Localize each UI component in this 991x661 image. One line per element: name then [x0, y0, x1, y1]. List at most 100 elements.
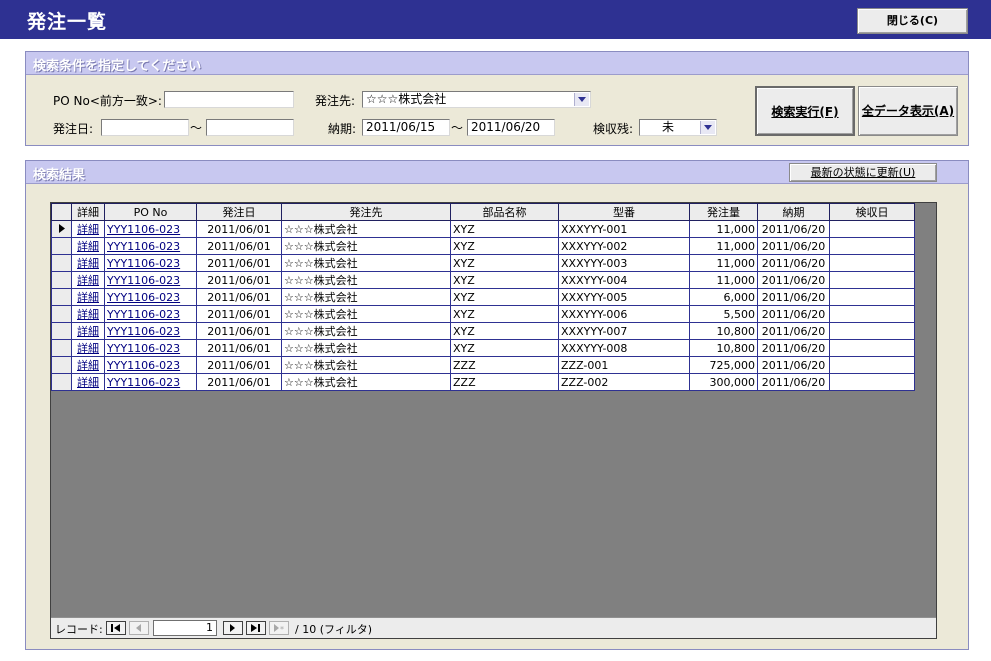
- column-header[interactable]: 納期: [757, 203, 830, 221]
- detail-link[interactable]: 詳細: [71, 339, 105, 357]
- column-header[interactable]: 詳細: [71, 203, 105, 221]
- po-no-link[interactable]: YYY1106-023: [104, 254, 197, 272]
- close-button[interactable]: 閉じる(C): [857, 8, 968, 34]
- detail-link[interactable]: 詳細: [71, 271, 105, 289]
- quantity-cell: 725,000: [689, 356, 758, 374]
- table-row[interactable]: 詳細 YYY1106-023 2011/06/01 ☆☆☆株式会社 XYZ XXXYYY-…: [51, 237, 915, 255]
- column-header[interactable]: 発注先: [281, 203, 451, 221]
- po-no-link[interactable]: YYY1106-023: [104, 356, 197, 374]
- inspection-remaining-combo[interactable]: 未: [639, 119, 717, 136]
- detail-link[interactable]: 詳細: [71, 237, 105, 255]
- record-selector[interactable]: [51, 271, 72, 289]
- model-number-cell: XXXYYY-008: [558, 339, 690, 357]
- due-date-cell: 2011/06/20: [757, 356, 830, 374]
- part-name-cell: ZZZ: [450, 373, 559, 391]
- inspection-date-cell: [829, 220, 915, 238]
- order-date-to-input[interactable]: [206, 119, 294, 136]
- results-panel: 検索結果 最新の状態に更新(U) 詳細 PO No 発注日 発注先 部品名称 型…: [25, 160, 969, 650]
- po-no-link[interactable]: YYY1106-023: [104, 339, 197, 357]
- po-no-link[interactable]: YYY1106-023: [104, 220, 197, 238]
- quantity-cell: 11,000: [689, 220, 758, 238]
- model-number-cell: XXXYYY-006: [558, 305, 690, 323]
- quantity-cell: 11,000: [689, 254, 758, 272]
- detail-link[interactable]: 詳細: [71, 356, 105, 374]
- inspection-date-cell: [829, 322, 915, 340]
- order-date-cell: 2011/06/01: [196, 305, 282, 323]
- due-date-range-sep: 〜: [451, 121, 464, 135]
- record-selector[interactable]: [51, 322, 72, 340]
- column-header[interactable]: PO No: [104, 203, 197, 221]
- due-date-to-input[interactable]: 2011/06/20: [467, 119, 555, 136]
- detail-link[interactable]: 詳細: [71, 322, 105, 340]
- column-header[interactable]: 検収日: [829, 203, 915, 221]
- quantity-cell: 5,500: [689, 305, 758, 323]
- po-no-link[interactable]: YYY1106-023: [104, 237, 197, 255]
- next-record-icon[interactable]: [223, 621, 243, 635]
- supplier-value: ☆☆☆株式会社: [366, 92, 447, 106]
- record-selector[interactable]: [51, 254, 72, 272]
- po-no-input[interactable]: [164, 91, 294, 108]
- po-no-link[interactable]: YYY1106-023: [104, 322, 197, 340]
- record-selector[interactable]: [51, 373, 72, 391]
- table-row[interactable]: 詳細 YYY1106-023 2011/06/01 ☆☆☆株式会社 XYZ XXXYYY-…: [51, 305, 915, 323]
- model-number-cell: XXXYYY-004: [558, 271, 690, 289]
- due-date-cell: 2011/06/20: [757, 322, 830, 340]
- supplier-label: 発注先:: [315, 94, 356, 108]
- table-row[interactable]: 詳細 YYY1106-023 2011/06/01 ☆☆☆株式会社 XYZ XXXYYY-…: [51, 322, 915, 340]
- detail-link[interactable]: 詳細: [71, 305, 105, 323]
- last-record-icon[interactable]: [246, 621, 266, 635]
- detail-link[interactable]: 詳細: [71, 288, 105, 306]
- inspection-date-cell: [829, 339, 915, 357]
- search-execute-button[interactable]: 検索実行(F): [755, 86, 855, 136]
- supplier-dropdown-icon[interactable]: [574, 93, 589, 106]
- table-row[interactable]: 詳細 YYY1106-023 2011/06/01 ☆☆☆株式会社 ZZZ ZZZ-002…: [51, 373, 915, 391]
- column-header[interactable]: 部品名称: [450, 203, 559, 221]
- supplier-combo[interactable]: ☆☆☆株式会社: [362, 91, 591, 108]
- due-date-cell: 2011/06/20: [757, 237, 830, 255]
- new-record-icon[interactable]: *: [269, 621, 289, 635]
- first-record-icon[interactable]: [106, 621, 126, 635]
- model-number-cell: ZZZ-001: [558, 356, 690, 374]
- detail-link[interactable]: 詳細: [71, 220, 105, 238]
- record-selector[interactable]: [51, 220, 72, 238]
- table-row[interactable]: 詳細 YYY1106-023 2011/06/01 ☆☆☆株式会社 XYZ XXXYYY-…: [51, 271, 915, 289]
- record-selector[interactable]: [51, 339, 72, 357]
- column-header[interactable]: 発注日: [196, 203, 282, 221]
- previous-record-icon[interactable]: [129, 621, 149, 635]
- order-date-from-input[interactable]: [101, 119, 189, 136]
- column-header[interactable]: 発注量: [689, 203, 758, 221]
- due-date-cell: 2011/06/20: [757, 271, 830, 289]
- detail-link[interactable]: 詳細: [71, 373, 105, 391]
- window-title: 発注一覧: [27, 11, 108, 33]
- due-date-label: 納期:: [328, 122, 357, 136]
- record-selector[interactable]: [51, 288, 72, 306]
- results-datasheet[interactable]: 詳細 PO No 発注日 発注先 部品名称 型番 発注量 納期 検収日 詳細 YY…: [50, 202, 937, 639]
- order-date-cell: 2011/06/01: [196, 288, 282, 306]
- table-row[interactable]: 詳細 YYY1106-023 2011/06/01 ☆☆☆株式会社 XYZ XXXYYY-…: [51, 288, 915, 306]
- table-row[interactable]: 詳細 YYY1106-023 2011/06/01 ☆☆☆株式会社 ZZZ ZZZ-001…: [51, 356, 915, 374]
- table-row[interactable]: 詳細 YYY1106-023 2011/06/01 ☆☆☆株式会社 XYZ XXXYYY-…: [51, 339, 915, 357]
- inspection-date-cell: [829, 237, 915, 255]
- svg-text:*: *: [280, 625, 284, 632]
- detail-link[interactable]: 詳細: [71, 254, 105, 272]
- search-panel-header: 検索条件を指定してください: [26, 52, 968, 75]
- record-selector[interactable]: [51, 237, 72, 255]
- due-date-from-input[interactable]: 2011/06/15: [362, 119, 450, 136]
- show-all-button[interactable]: 全データ表示(A): [858, 86, 958, 136]
- po-no-link[interactable]: YYY1106-023: [104, 271, 197, 289]
- model-number-cell: XXXYYY-005: [558, 288, 690, 306]
- refresh-button[interactable]: 最新の状態に更新(U): [789, 163, 937, 182]
- record-selector[interactable]: [51, 305, 72, 323]
- refresh-label: 最新の状態に更新(U): [810, 166, 916, 179]
- table-row[interactable]: 詳細 YYY1106-023 2011/06/01 ☆☆☆株式会社 XYZ XXXYYY-…: [51, 220, 915, 238]
- po-no-link[interactable]: YYY1106-023: [104, 373, 197, 391]
- inspection-dropdown-icon[interactable]: [700, 121, 715, 134]
- column-header[interactable]: 型番: [558, 203, 690, 221]
- inspection-date-cell: [829, 254, 915, 272]
- po-no-link[interactable]: YYY1106-023: [104, 288, 197, 306]
- po-no-link[interactable]: YYY1106-023: [104, 305, 197, 323]
- order-date-cell: 2011/06/01: [196, 339, 282, 357]
- current-record-input[interactable]: 1: [153, 620, 217, 636]
- table-row[interactable]: 詳細 YYY1106-023 2011/06/01 ☆☆☆株式会社 XYZ XXXYYY-…: [51, 254, 915, 272]
- record-selector[interactable]: [51, 356, 72, 374]
